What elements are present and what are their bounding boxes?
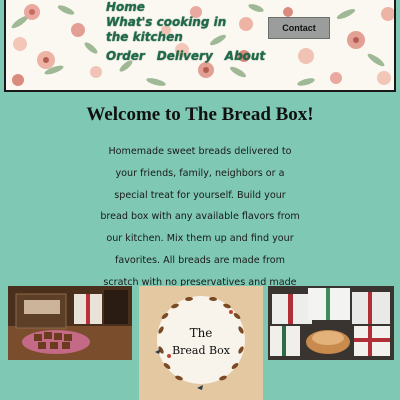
page-title: Welcome to The Bread Box! [86, 104, 314, 125]
nav-whats-cooking[interactable]: What's cooking in the kitchen [106, 15, 236, 45]
logo-text-bread-box: Bread Box [172, 344, 230, 357]
bread-box-logo: The Bread Box [139, 286, 263, 400]
nav-order[interactable]: Order [106, 49, 145, 64]
contact-button[interactable]: Contact [268, 17, 330, 39]
main-nav: Home What's cooking in the kitchen Order… [106, 0, 265, 64]
site-header: Home What's cooking in the kitchen Order… [4, 0, 396, 92]
nav-home[interactable]: Home [106, 0, 265, 15]
gift-boxes-photo [268, 286, 394, 360]
nav-about[interactable]: About [225, 49, 265, 64]
nav-secondary-row: Order Delivery About [106, 49, 265, 64]
bread-board-photo [8, 286, 132, 360]
nav-delivery[interactable]: Delivery [157, 49, 213, 64]
logo-text-the: The [189, 326, 213, 340]
